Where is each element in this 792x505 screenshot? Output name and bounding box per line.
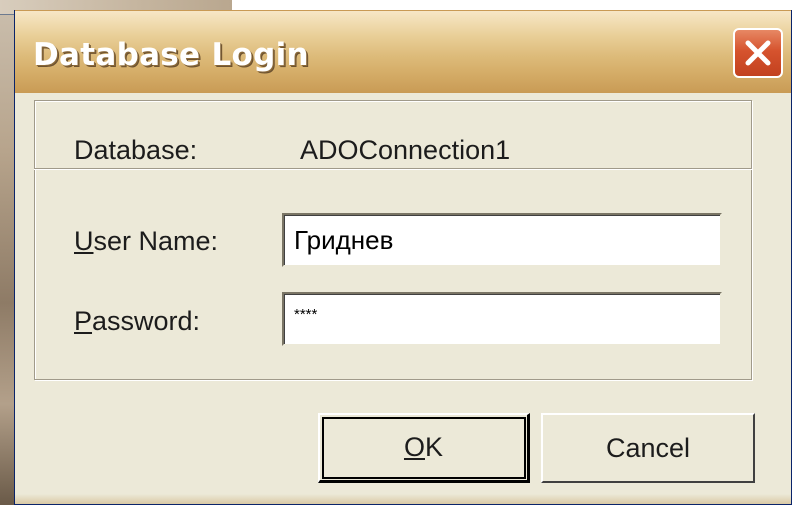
database-value: ADOConnection1 bbox=[300, 135, 511, 165]
password-masked-value: **** bbox=[294, 306, 318, 323]
title-bar[interactable]: Database Login bbox=[15, 10, 791, 93]
cancel-button[interactable]: Cancel bbox=[541, 413, 755, 483]
password-input[interactable]: **** bbox=[282, 292, 722, 346]
username-label: User Name: bbox=[74, 226, 218, 257]
close-icon bbox=[745, 40, 771, 66]
username-label-text: ser Name: bbox=[93, 226, 219, 256]
group-divider bbox=[34, 168, 752, 170]
dialog-bottom-edge bbox=[15, 494, 791, 504]
close-button[interactable] bbox=[733, 28, 783, 78]
password-label-text: assword: bbox=[92, 306, 201, 336]
username-input[interactable] bbox=[282, 213, 722, 267]
ok-button[interactable]: OK bbox=[318, 413, 530, 483]
password-label: Password: bbox=[74, 306, 200, 337]
database-label: Database: bbox=[74, 135, 198, 165]
password-accelerator: P bbox=[74, 306, 93, 336]
ok-label: K bbox=[425, 432, 444, 462]
username-accelerator: U bbox=[74, 226, 94, 256]
ok-accelerator: O bbox=[403, 432, 425, 462]
window-title: Database Login bbox=[33, 37, 309, 73]
